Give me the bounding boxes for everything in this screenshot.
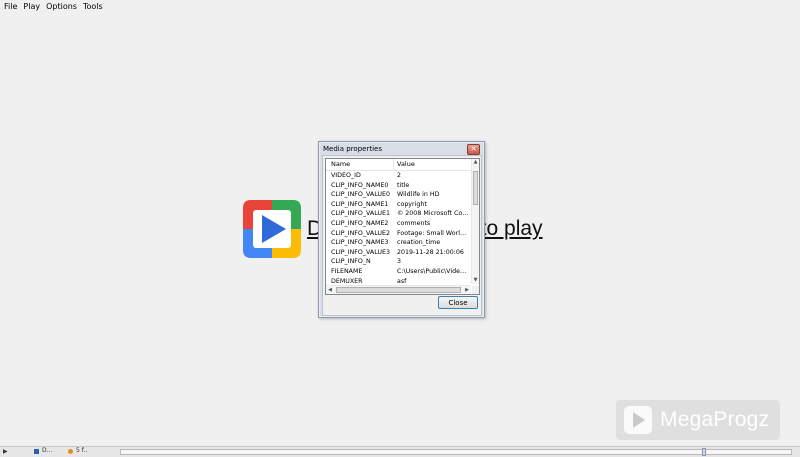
properties-list[interactable]: Name Value VIDEO_ID 2 CLIP_INFO_NAME0 title… [325,158,480,295]
menu-file[interactable]: File [0,0,20,14]
scroll-corner [472,286,479,294]
menu-tools[interactable]: Tools [80,0,106,14]
status-item-1[interactable]: D... [42,447,60,454]
seek-thumb[interactable] [702,448,706,456]
close-button[interactable]: Close [438,296,478,309]
vertical-scrollbar[interactable]: ▲ ▼ [471,159,479,284]
list-header: Name Value [326,159,471,171]
property-value: 2019-11-28 21:00:06 [397,248,464,256]
table-row[interactable]: CLIP_INFO_VALUE1 © 2008 Microsoft Corpor.… [326,209,471,219]
dialog-close-icon[interactable]: ✕ [467,144,480,155]
property-value: Footage: Small World Pr... [397,229,470,237]
table-row[interactable]: CLIP_INFO_N 3 [326,257,471,267]
list-rows: VIDEO_ID 2 CLIP_INFO_NAME0 title CLIP_INFO_V… [326,171,471,286]
horizontal-scrollbar[interactable]: ◀ ▶ [326,285,471,294]
status-item-2-icon [68,449,73,454]
watermark: MegaProgz [616,400,780,440]
property-name: VIDEO_ID [331,172,361,179]
dialog-title: Media properties [323,145,382,153]
scroll-down-icon[interactable]: ▼ [472,277,479,284]
table-row[interactable]: CLIP_INFO_NAME2 comments [326,219,471,229]
property-value: C:\Users\Public\Videos\... [397,267,470,275]
property-value: Wildlife in HD [397,191,440,199]
column-header-value[interactable]: Value [397,160,415,168]
property-value: 2 [397,172,402,179]
menu-options[interactable]: Options [43,0,80,14]
table-row[interactable]: CLIP_INFO_NAME0 title [326,181,471,191]
column-separator[interactable] [393,159,394,170]
table-row[interactable]: CLIP_INFO_VALUE0 Wildlife in HD [326,190,471,200]
status-item-icon [34,449,39,454]
column-header-name[interactable]: Name [331,160,350,168]
seek-bar[interactable] [120,449,792,455]
property-name: CLIP_INFO_VALUE1 [331,210,391,218]
property-value: 3 [397,258,402,266]
status-item-2[interactable]: 5 f... [76,447,88,454]
property-name: CLIP_INFO_NAME0 [331,181,389,189]
table-row[interactable]: FILENAME C:\Users\Public\Videos\... [326,267,471,277]
menu-play[interactable]: Play [20,0,43,14]
property-value: creation_time [397,239,441,247]
table-row[interactable]: CLIP_INFO_VALUE3 2019-11-28 21:00:06 [326,248,471,258]
property-value: comments [397,219,431,227]
property-name: CLIP_INFO_N [331,258,371,266]
media-properties-dialog: Media properties ✕ Name Value VIDEO_ID 2 C… [318,141,485,318]
property-name: CLIP_INFO_NAME1 [331,200,389,208]
table-row[interactable]: CLIP_INFO_NAME3 creation_time [326,238,471,248]
table-row[interactable]: CLIP_INFO_NAME1 copyright [326,200,471,210]
scroll-right-icon[interactable]: ▶ [463,286,471,294]
property-name: FILENAME [331,267,363,275]
table-row[interactable]: CLIP_INFO_VALUE2 Footage: Small World Pr.… [326,229,471,239]
property-name: CLIP_INFO_VALUE2 [331,229,391,237]
watermark-logo-icon [624,406,652,434]
property-value: title [397,181,410,189]
dialog-client-area: Name Value VIDEO_ID 2 CLIP_INFO_NAME0 title… [322,155,482,316]
app-logo-icon [243,200,301,258]
property-name: CLIP_INFO_VALUE0 [331,191,391,199]
horizontal-scroll-thumb[interactable] [336,287,461,293]
scroll-left-icon[interactable]: ◀ [326,286,334,294]
scroll-up-icon[interactable]: ▲ [472,159,479,166]
table-row[interactable]: VIDEO_ID 2 [326,171,471,181]
property-value: copyright [397,200,427,208]
vertical-scroll-thumb[interactable] [473,171,478,205]
watermark-text: MegaProgz [660,408,770,431]
play-icon[interactable]: ▶ [3,448,8,455]
property-name: CLIP_INFO_VALUE3 [331,248,391,256]
property-name: CLIP_INFO_NAME2 [331,219,389,227]
status-bar: ▶ D... 5 f... [0,446,800,457]
property-name: CLIP_INFO_NAME3 [331,239,389,247]
property-value: © 2008 Microsoft Corpor... [397,210,470,218]
menu-bar: File Play Options Tools [0,0,800,14]
